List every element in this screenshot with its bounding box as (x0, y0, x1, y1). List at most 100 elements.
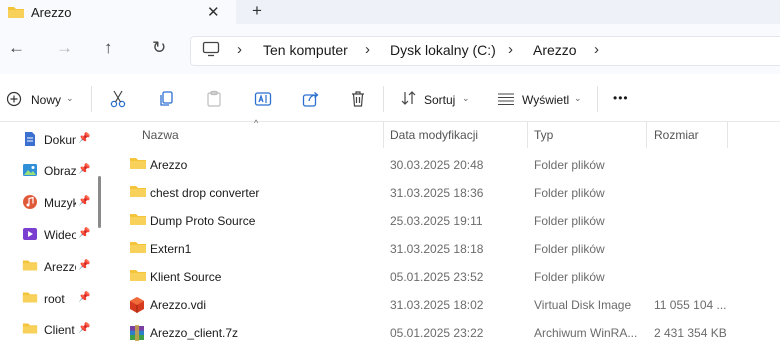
toolbar-divider (383, 86, 384, 112)
new-tab-button[interactable]: + (252, 1, 262, 21)
file-row[interactable]: Arezzo_client.7z 05.01.2025 23:22 Archiwum… (105, 319, 780, 347)
file-date-modified: 31.03.2025 18:36 (390, 186, 484, 200)
file-row[interactable]: Arezzo 30.03.2025 20:48 Folder plików (105, 151, 780, 179)
file-row[interactable]: Extern1 31.03.2025 18:18 Folder plików (105, 235, 780, 263)
music-icon (22, 194, 38, 213)
sidebar-item-documents[interactable]: Dokumenty 📌 (0, 128, 100, 150)
file-date-modified: 31.03.2025 18:18 (390, 242, 484, 256)
close-tab-icon[interactable]: ✕ (207, 3, 220, 21)
file-type: Virtual Disk Image (534, 298, 632, 312)
breadcrumb-separator: › (365, 41, 370, 58)
tab-arezzo[interactable]: Arezzo ✕ (0, 0, 236, 24)
breadcrumb-separator: › (237, 41, 242, 58)
pin-icon: 📌 (78, 260, 91, 271)
file-type: Archiwum WinRA... (534, 326, 638, 340)
breadcrumb-local-disk[interactable]: Dysk lokalny (C:) (390, 42, 496, 58)
plus-circle-icon[interactable] (6, 91, 22, 110)
view-list-icon[interactable] (497, 92, 515, 109)
copy-icon[interactable] (158, 90, 174, 111)
column-header-type[interactable]: Typ (534, 128, 553, 142)
file-name: Arezzo.vdi (150, 298, 207, 312)
sidebar-item-arezzo[interactable]: Arezzo 📌 (0, 255, 100, 277)
forward-button[interactable]: → (56, 38, 73, 58)
file-name: chest drop converter (150, 186, 260, 200)
folder-icon (129, 240, 147, 257)
new-button[interactable]: Nowy (31, 93, 61, 107)
sort-icon[interactable] (400, 90, 418, 109)
sidebar-scrollbar[interactable] (98, 176, 101, 228)
sidebar-item-videos[interactable]: Wideo 📌 (0, 223, 100, 245)
folder-icon (129, 268, 147, 285)
file-type: Folder plików (534, 158, 605, 172)
pictures-icon (22, 162, 38, 181)
sidebar-item-label: Muzyka (44, 196, 76, 210)
tab-strip: Arezzo ✕ + (0, 0, 780, 24)
toolbar-divider (91, 86, 92, 112)
breadcrumb-arezzo[interactable]: Arezzo (533, 42, 577, 58)
folder-icon (7, 5, 25, 22)
folder-icon (129, 184, 147, 201)
file-type: Folder plików (534, 270, 605, 284)
cut-icon[interactable] (110, 90, 126, 111)
sidebar-item-music[interactable]: Muzyka 📌 (0, 191, 100, 213)
file-row[interactable]: Dump Proto Source 25.03.2025 19:11 Folder … (105, 207, 780, 235)
documents-icon (22, 131, 38, 150)
file-date-modified: 30.03.2025 20:48 (390, 158, 484, 172)
sort-ascending-icon: ^ (254, 118, 259, 128)
winrar-archive-icon (129, 324, 145, 345)
file-name: Extern1 (150, 242, 192, 256)
sidebar-item-pictures[interactable]: Obrazy 📌 (0, 159, 100, 181)
column-divider[interactable] (646, 122, 647, 148)
videos-icon (22, 226, 38, 245)
column-header-name[interactable]: Nazwa (142, 128, 179, 142)
sort-button[interactable]: Sortuj (424, 93, 455, 107)
file-size: 11 055 104 ... (654, 298, 727, 312)
folder-icon (22, 290, 38, 307)
sidebar-item-label: Dokumenty (44, 133, 76, 147)
folder-icon (22, 258, 38, 275)
tab-title: Arezzo (31, 5, 72, 20)
column-divider[interactable] (527, 122, 528, 148)
file-date-modified: 25.03.2025 19:11 (390, 214, 483, 228)
file-date-modified: 31.03.2025 18:02 (390, 298, 484, 312)
back-button[interactable]: ← (8, 38, 25, 58)
file-name: Arezzo (150, 158, 188, 172)
rename-icon[interactable] (254, 90, 272, 111)
share-icon[interactable] (302, 90, 320, 111)
file-row[interactable]: chest drop converter 31.03.2025 18:36 Fold… (105, 179, 780, 207)
virtualbox-disk-icon (129, 296, 145, 317)
breadcrumb-this-pc[interactable]: Ten komputer (263, 42, 348, 58)
computer-icon (202, 41, 220, 60)
column-divider[interactable] (727, 122, 728, 148)
column-header-size[interactable]: Rozmiar (654, 128, 699, 142)
folder-icon (22, 321, 38, 338)
file-date-modified: 05.01.2025 23:22 (390, 326, 484, 340)
file-row[interactable]: Arezzo.vdi 31.03.2025 18:02 Virtual Disk I… (105, 291, 780, 319)
pin-icon: 📌 (78, 164, 91, 175)
toolbar-divider (597, 86, 598, 112)
view-button[interactable]: Wyświetl (522, 93, 569, 107)
refresh-button[interactable]: ↻ (152, 38, 166, 58)
sidebar-item-label: Obrazy (44, 164, 76, 178)
sidebar-item-label: Wideo (44, 228, 76, 242)
paste-icon[interactable] (206, 90, 222, 111)
breadcrumb-expand-chevron[interactable]: › (594, 41, 599, 58)
sidebar-item-label: root (44, 292, 65, 306)
sidebar-item-label: Arezzo (44, 260, 76, 274)
pin-icon: 📌 (78, 228, 91, 239)
pin-icon: 📌 (78, 196, 91, 207)
sidebar-item-root[interactable]: root 📌 (0, 287, 100, 309)
file-name: Arezzo_client.7z (150, 326, 239, 340)
file-date-modified: 05.01.2025 23:52 (390, 270, 484, 284)
sidebar-item-client[interactable]: Client 📌 (0, 318, 100, 340)
column-divider[interactable] (383, 122, 384, 148)
chevron-down-icon: ⌄ (462, 93, 470, 103)
folder-icon (129, 212, 147, 229)
up-button[interactable]: ↑ (104, 38, 113, 58)
more-options-button[interactable]: ••• (613, 91, 629, 105)
file-size: 2 431 354 KB (654, 326, 727, 340)
column-header-date[interactable]: Data modyfikacji (390, 128, 478, 142)
breadcrumb-separator: › (508, 41, 513, 58)
file-row[interactable]: Klient Source 05.01.2025 23:52 Folder plik… (105, 263, 780, 291)
delete-trash-icon[interactable] (350, 90, 366, 111)
